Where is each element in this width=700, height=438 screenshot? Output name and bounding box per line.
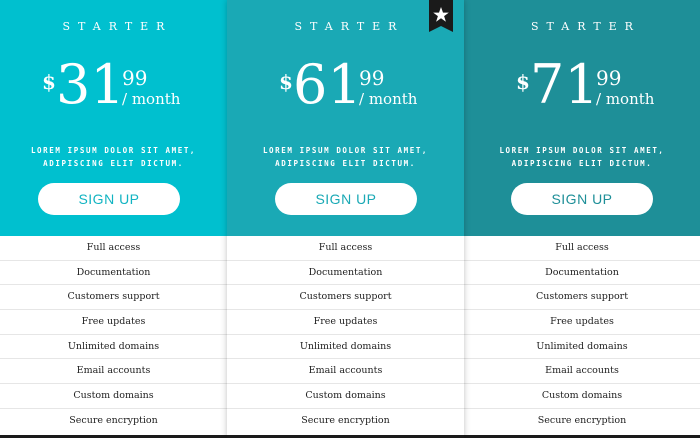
feature-item: Customers support — [464, 285, 700, 311]
feature-item: Documentation — [464, 261, 700, 286]
feature-item: Email accounts — [464, 359, 700, 385]
price-cents: 99 — [596, 66, 622, 90]
plan-price: $ 71 99 / month — [464, 58, 700, 124]
sign-up-button[interactable]: SIGN UP — [38, 183, 180, 215]
plan-description-line: ADIPISCING ELIT DICTUM. — [275, 159, 416, 168]
plan-header: STARTER $ 61 99 / month LOREM IPSUM DOLO… — [227, 0, 464, 236]
plan-header: STARTER $ 71 99 / month LOREM IPSUM DOLO… — [464, 0, 700, 236]
price-amount: 61 — [293, 53, 362, 116]
price-currency: $ — [42, 70, 56, 94]
plan-description-line: ADIPISCING ELIT DICTUM. — [43, 159, 184, 168]
feature-item: Unlimited domains — [227, 335, 464, 360]
feature-item: Email accounts — [227, 359, 464, 385]
feature-item: Secure encryption — [69, 414, 158, 426]
plan-tier: STARTER — [62, 20, 173, 33]
price-cents: 99 — [122, 66, 148, 90]
feature-item: Secure encryption — [301, 414, 390, 426]
feature-item: Secure encryption — [537, 414, 627, 426]
price-period: / month — [359, 90, 418, 108]
plan-card-1: STARTER $ 31 99 / month LOREM IPSUM DOLO… — [0, 0, 227, 438]
plan-description-line: LOREM IPSUM DOLOR SIT AMET, — [499, 146, 665, 155]
feature-item: Customers support — [227, 285, 464, 311]
feature-list: Full access Documentation Customers supp… — [0, 236, 227, 438]
plan-card-3: STARTER $ 71 99 / month LOREM IPSUM DOLO… — [464, 0, 700, 438]
feature-item: Full access — [464, 236, 700, 261]
price-cents: 99 — [359, 66, 385, 90]
price-period: / month — [122, 90, 181, 108]
sign-up-button[interactable]: SIGN UP — [275, 183, 417, 215]
price-currency: $ — [516, 70, 530, 94]
plan-price: $ 31 99 / month — [0, 58, 227, 124]
plan-tier: STARTER — [531, 20, 641, 33]
feature-item: Custom domains — [464, 384, 700, 409]
feature-item: Custom domains — [227, 384, 464, 409]
plan-price: $ 61 99 / month — [227, 58, 464, 124]
plan-description: LOREM IPSUM DOLOR SIT AMET, ADIPISCING E… — [464, 144, 700, 170]
feature-item: Free updates — [0, 310, 227, 335]
price-currency: $ — [279, 70, 293, 94]
feature-item: Customers support — [0, 285, 227, 311]
plan-card-2: STARTER $ 61 99 / month LOREM IPSUM DOLO… — [227, 0, 464, 438]
feature-list: Full access Documentation Customers supp… — [464, 236, 700, 438]
feature-list: Full access Documentation Customers supp… — [227, 236, 464, 438]
plan-header: STARTER $ 31 99 / month LOREM IPSUM DOLO… — [0, 0, 227, 236]
feature-item: Unlimited domains — [0, 335, 227, 360]
feature-item: Documentation — [0, 261, 227, 286]
feature-item: Full access — [0, 236, 227, 261]
feature-item: Email accounts — [0, 359, 227, 385]
feature-item: Custom domains — [0, 384, 227, 409]
plan-description-line: LOREM IPSUM DOLOR SIT AMET, — [262, 146, 429, 155]
plan-description-line: ADIPISCING ELIT DICTUM. — [511, 159, 653, 168]
price-amount: 71 — [530, 53, 599, 116]
price-period: / month — [596, 90, 655, 108]
pricing-table: STARTER $ 31 99 / month LOREM IPSUM DOLO… — [0, 0, 700, 438]
plan-description: LOREM IPSUM DOLOR SIT AMET, ADIPISCING E… — [0, 144, 227, 170]
price-amount: 31 — [56, 53, 125, 116]
feature-item: Free updates — [227, 310, 464, 335]
feature-item: Full access — [227, 236, 464, 261]
plan-description-line: LOREM IPSUM DOLOR SIT AMET, — [30, 146, 197, 155]
star-icon — [429, 0, 453, 32]
feature-item: Free updates — [464, 310, 700, 335]
feature-item: Documentation — [227, 261, 464, 286]
feature-item: Unlimited domains — [464, 335, 700, 360]
plan-description: LOREM IPSUM DOLOR SIT AMET, ADIPISCING E… — [227, 144, 464, 170]
sign-up-button[interactable]: SIGN UP — [511, 183, 653, 215]
